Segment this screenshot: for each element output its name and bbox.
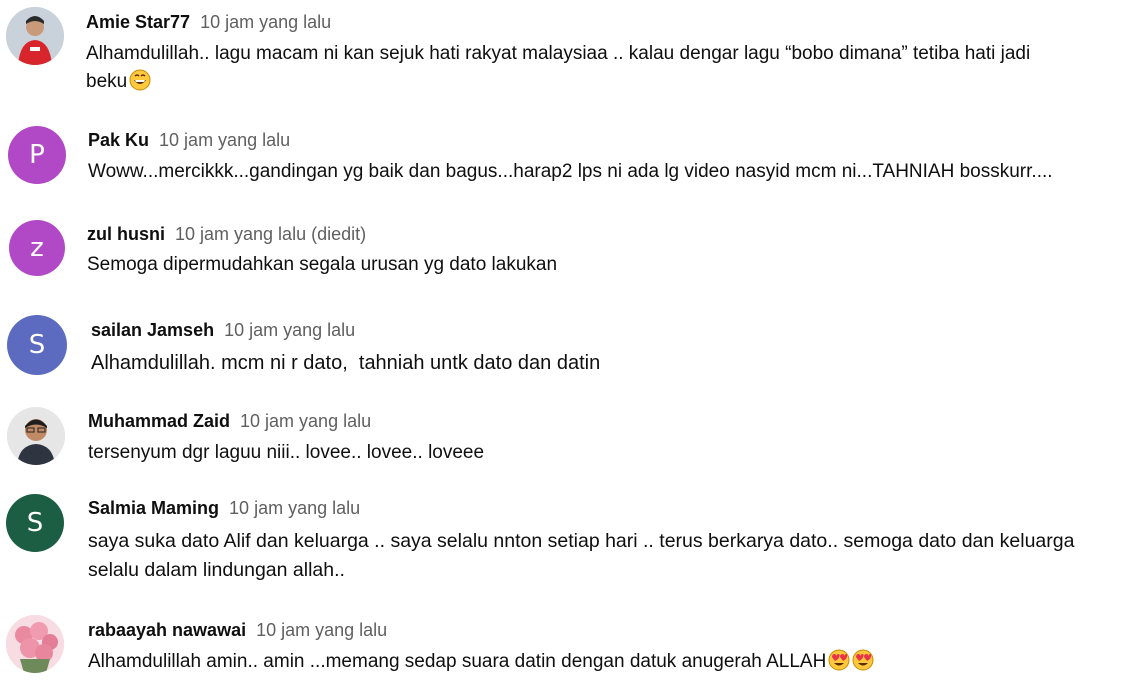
- grinning-sweat-emoji-icon: [129, 69, 151, 91]
- comment-header: Amie Star77 10 jam yang lalu: [86, 11, 331, 33]
- heart-eyes-emoji-icon: [828, 649, 850, 671]
- avatar[interactable]: S: [7, 315, 67, 375]
- comment-header: Muhammad Zaid 10 jam yang lalu: [88, 410, 371, 432]
- comment-header: sailan Jamseh 10 jam yang lalu: [91, 319, 355, 341]
- avatar-letter: z: [30, 233, 44, 263]
- comment-header: Pak Ku 10 jam yang lalu: [88, 129, 290, 151]
- comment-header: zul husni 10 jam yang lalu (diedit): [87, 223, 366, 245]
- author-name[interactable]: Salmia Maming: [88, 498, 219, 518]
- comment-timestamp[interactable]: 10 jam yang lalu: [200, 12, 331, 32]
- avatar-letter: P: [29, 140, 45, 170]
- comment-timestamp[interactable]: 10 jam yang lalu: [229, 498, 360, 518]
- comment-text: Woww...mercikkk...gandingan yg baik dan …: [88, 161, 1053, 182]
- pink-roses-icon: [6, 615, 64, 673]
- avatar-letter: S: [28, 330, 46, 360]
- comment-text: Alhamdulillah amin.. amin ...memang seda…: [88, 648, 874, 676]
- person-photo-icon: [7, 407, 65, 465]
- comment-text-line: Alhamdulillah amin.. amin ...memang seda…: [88, 651, 827, 672]
- comment-text-line: saya suka dato Alif dan keluarga .. saya…: [88, 530, 1075, 552]
- comment-timestamp[interactable]: 10 jam yang lalu: [256, 620, 387, 640]
- avatar[interactable]: z: [9, 220, 65, 276]
- avatar[interactable]: P: [8, 126, 66, 184]
- comment-timestamp[interactable]: 10 jam yang lalu: [240, 411, 371, 431]
- comment-text: Alhamdulillah. mcm ni r dato, tahniah un…: [91, 352, 601, 374]
- comment-text: Alhamdulillah.. lagu macam ni kan sejuk …: [86, 40, 1030, 96]
- comment-header: Salmia Maming 10 jam yang lalu: [88, 497, 360, 519]
- person-photo-icon: [6, 7, 64, 65]
- comment-timestamp[interactable]: 10 jam yang lalu (diedit): [175, 224, 366, 244]
- comment-timestamp[interactable]: 10 jam yang lalu: [159, 130, 290, 150]
- author-name[interactable]: Muhammad Zaid: [88, 411, 230, 431]
- author-name[interactable]: Amie Star77: [86, 12, 190, 32]
- heart-eyes-emoji-icon: [852, 649, 874, 671]
- comment-text-line: Alhamdulillah.. lagu macam ni kan sejuk …: [86, 43, 1031, 64]
- author-name[interactable]: rabaayah nawawai: [88, 620, 246, 640]
- avatar[interactable]: S: [6, 494, 64, 552]
- author-name[interactable]: zul husni: [87, 224, 165, 244]
- author-name[interactable]: sailan Jamseh: [91, 320, 214, 340]
- avatar[interactable]: [6, 615, 64, 673]
- author-name[interactable]: Pak Ku: [88, 130, 149, 150]
- comment-text: Semoga dipermudahkan segala urusan yg da…: [87, 254, 558, 275]
- avatar-letter: S: [26, 508, 44, 538]
- comment-text: tersenyum dgr laguu niii.. lovee.. lovee…: [88, 442, 485, 463]
- avatar[interactable]: [7, 407, 65, 465]
- avatar[interactable]: [6, 7, 64, 65]
- comment-text: saya suka dato Alif dan keluarga .. saya…: [88, 527, 1074, 585]
- comment-text-line: beku: [86, 71, 128, 92]
- comment-header: rabaayah nawawai 10 jam yang lalu: [88, 619, 387, 641]
- comment-timestamp[interactable]: 10 jam yang lalu: [224, 320, 355, 340]
- comment-text-line: selalu dalam lindungan allah..: [88, 559, 345, 581]
